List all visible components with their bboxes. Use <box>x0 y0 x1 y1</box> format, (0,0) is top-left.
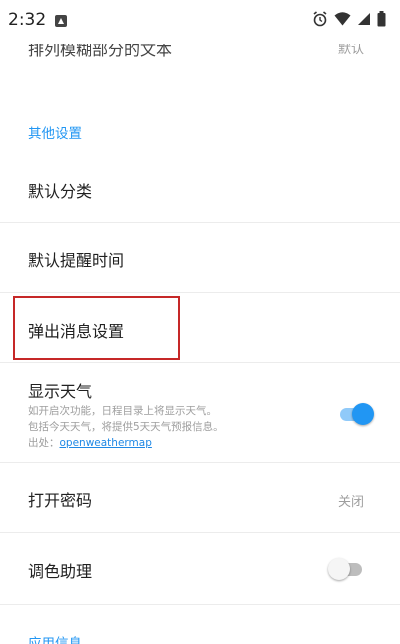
section-header-app-info: 应用信息 <box>28 636 82 644</box>
section-header-other-settings: 其他设置 <box>28 126 82 142</box>
openweathermap-link[interactable]: openweathermap <box>60 437 152 449</box>
show-weather-description: 如开启次功能，日程目录上将显示天气。 包括今天天气，将提供5天天气预报信息。 出… <box>28 403 224 451</box>
status-bar: 2:32 <box>0 0 400 44</box>
default-category-label: 默认分类 <box>28 182 93 201</box>
open-password-label: 打开密码 <box>28 491 93 510</box>
notification-app-icon <box>54 13 68 27</box>
weather-source: 出处：openweathermap <box>28 435 224 451</box>
battery-icon <box>377 11 386 27</box>
color-assist-toggle[interactable] <box>328 557 364 581</box>
default-reminder-time-row[interactable]: 默认提醒时间 <box>0 223 400 291</box>
wifi-icon <box>334 12 351 26</box>
status-icons <box>312 11 386 27</box>
weather-desc-line-2: 包括今天天气，将提供5天天气预报信息。 <box>28 421 224 433</box>
color-assist-label: 调色助理 <box>28 562 93 581</box>
color-assist-row[interactable]: 调色助理 <box>0 533 400 603</box>
status-time: 2:32 <box>8 10 47 30</box>
show-weather-row[interactable]: 显示天气 如开启次功能，日程目录上将显示天气。 包括今天天气，将提供5天天气预报… <box>0 363 400 461</box>
weather-desc-line-1: 如开启次功能，日程目录上将显示天气。 <box>28 405 217 417</box>
toggle-thumb <box>328 558 350 580</box>
open-password-row[interactable]: 打开密码 关闭 <box>0 463 400 531</box>
default-category-row[interactable]: 默认分类 <box>0 160 400 220</box>
divider <box>0 604 400 605</box>
highlight-box <box>13 296 180 360</box>
previous-setting-value: 默认 <box>337 44 364 57</box>
toggle-thumb <box>352 403 374 425</box>
show-weather-toggle[interactable] <box>338 402 374 426</box>
settings-screen: 2:32 排列模糊部分的文本 默认 其他设置 默认分类 默认提醒时间 弹出消息设… <box>0 0 400 644</box>
previous-setting-row[interactable]: 排列模糊部分的文本 默认 <box>0 44 400 70</box>
previous-setting-label: 排列模糊部分的文本 <box>28 44 173 59</box>
show-weather-label: 显示天气 <box>28 382 93 401</box>
signal-icon <box>357 12 371 26</box>
alarm-icon <box>312 11 328 27</box>
weather-source-prefix: 出处： <box>28 437 60 449</box>
default-reminder-time-label: 默认提醒时间 <box>28 251 125 270</box>
open-password-value: 关闭 <box>337 495 364 510</box>
